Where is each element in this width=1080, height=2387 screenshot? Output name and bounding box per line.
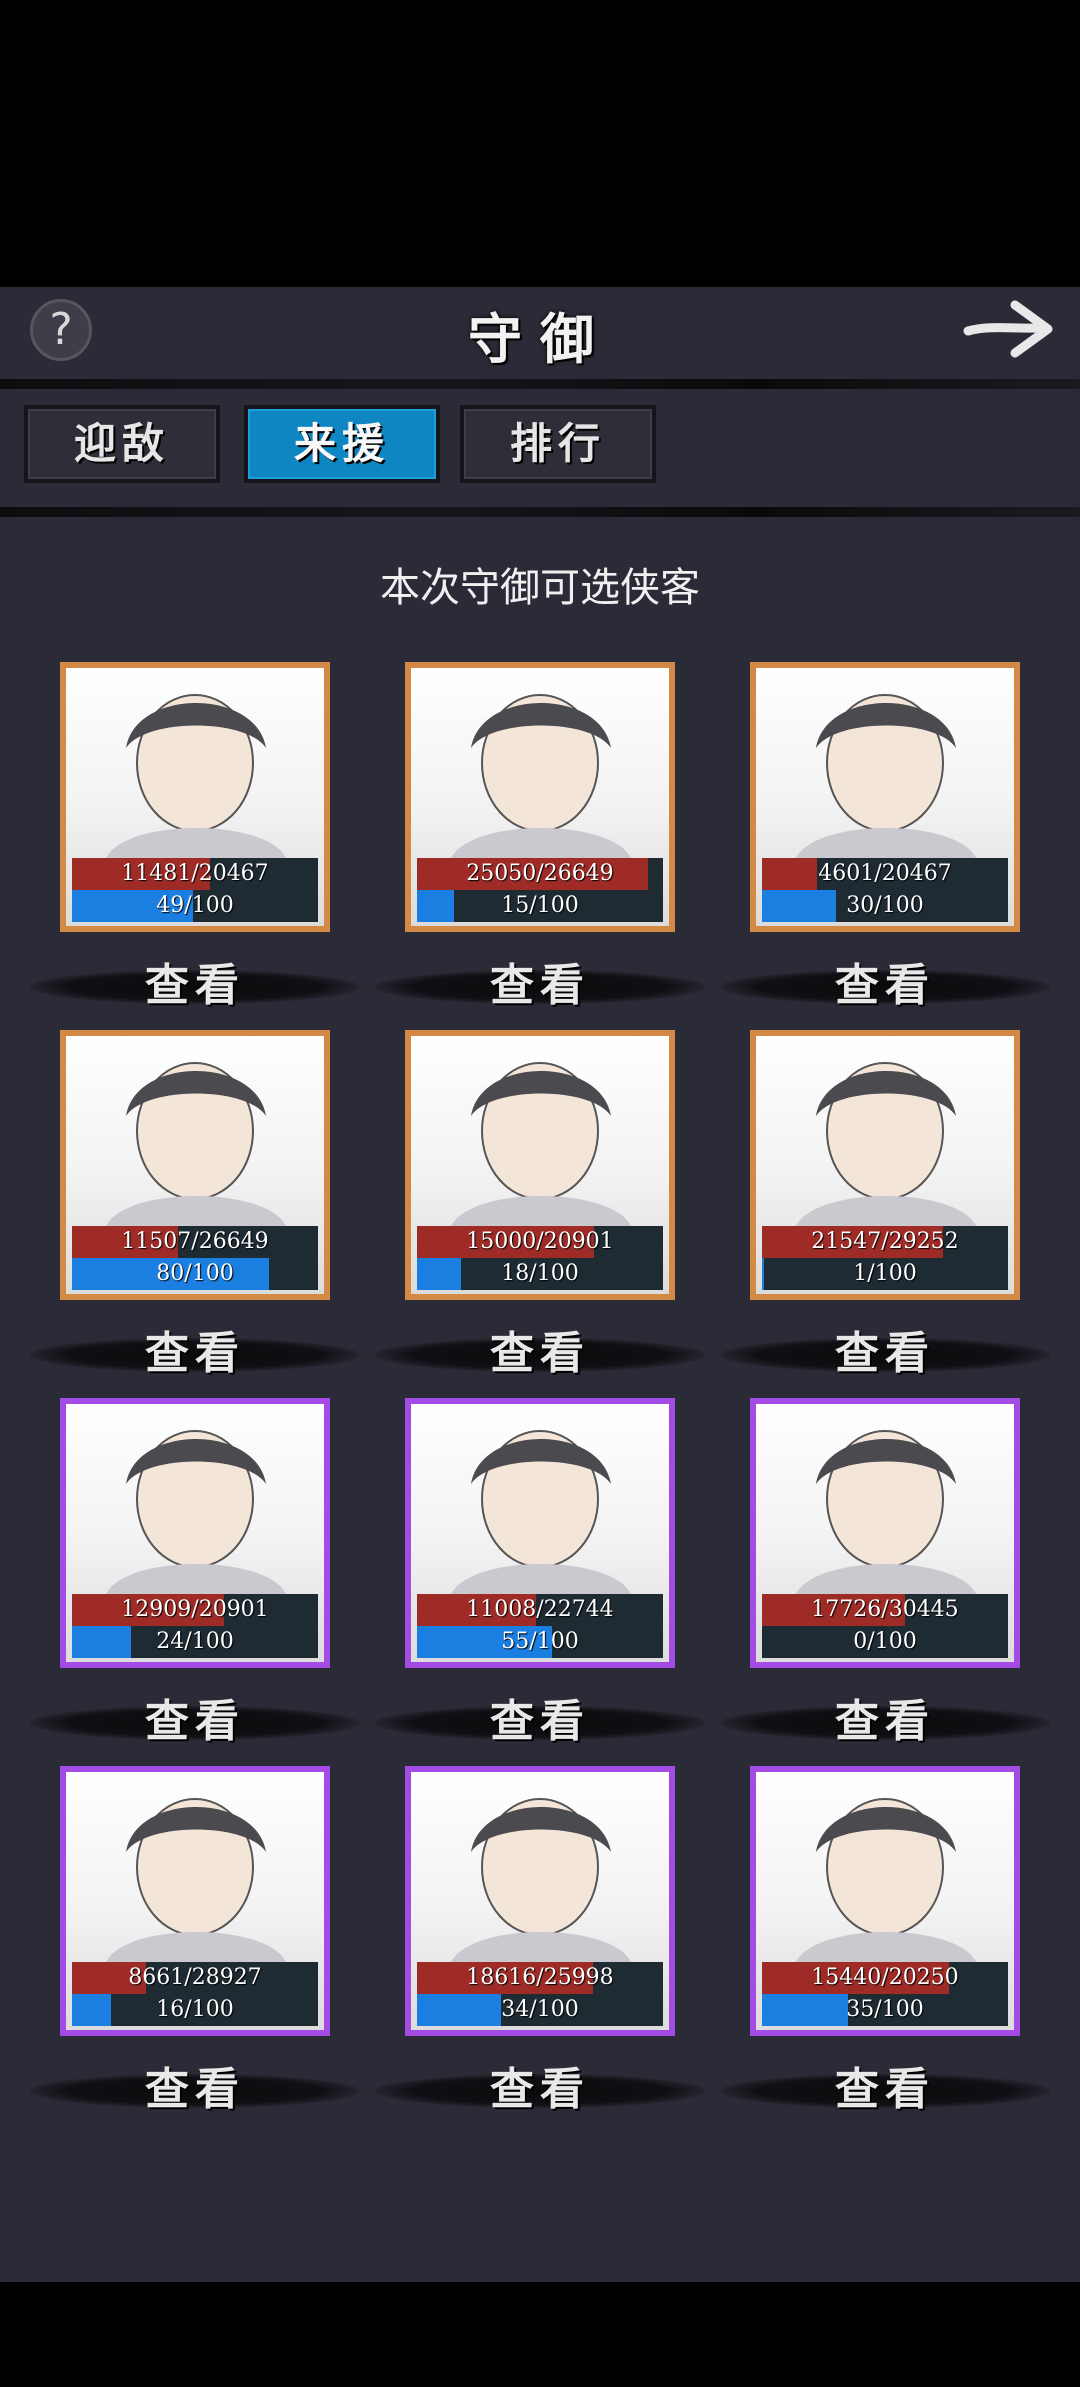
hero-card[interactable]: 11507/26649 80/100 — [60, 1030, 330, 1300]
exp-bar: 1/100 — [762, 1258, 1008, 1290]
view-button[interactable]: 查看 — [30, 1686, 360, 1758]
exp-value: 55/100 — [501, 1629, 579, 1654]
view-button-label: 查看 — [835, 960, 935, 1011]
hp-bar: 15000/20901 — [417, 1226, 663, 1258]
hero-card[interactable]: 21547/29252 1/100 — [750, 1030, 1020, 1300]
exp-bar: 30/100 — [762, 890, 1008, 922]
view-button-label: 查看 — [145, 1328, 245, 1379]
hp-bar: 15440/20250 — [762, 1962, 1008, 1994]
view-button-label: 查看 — [490, 2064, 590, 2115]
exp-value: 35/100 — [846, 1997, 924, 2022]
ink-divider — [0, 507, 1080, 517]
exp-value: 30/100 — [846, 893, 924, 918]
view-button-label: 查看 — [490, 960, 590, 1011]
hp-value: 11507/26649 — [121, 1229, 269, 1254]
view-button[interactable]: 查看 — [720, 2054, 1050, 2126]
view-button[interactable]: 查看 — [30, 950, 360, 1022]
hp-bar: 12909/20901 — [72, 1594, 318, 1626]
exp-bar: 49/100 — [72, 890, 318, 922]
hero-card[interactable]: 25050/26649 15/100 — [405, 662, 675, 932]
hp-value: 8661/28927 — [128, 1965, 262, 1990]
exp-value: 18/100 — [501, 1261, 579, 1286]
exp-bar: 80/100 — [72, 1258, 318, 1290]
exp-value: 34/100 — [501, 1997, 579, 2022]
exp-bar: 0/100 — [762, 1626, 1008, 1658]
hero-card[interactable]: 15440/20250 35/100 — [750, 1766, 1020, 2036]
hero-card[interactable]: 8661/28927 16/100 — [60, 1766, 330, 2036]
hp-bar: 8661/28927 — [72, 1962, 318, 1994]
view-button[interactable]: 查看 — [30, 2054, 360, 2126]
tab-laiyuan[interactable]: 来援 — [244, 405, 440, 483]
exp-bar: 35/100 — [762, 1994, 1008, 2026]
view-button[interactable]: 查看 — [375, 1318, 705, 1390]
view-button[interactable]: 查看 — [375, 950, 705, 1022]
view-button[interactable]: 查看 — [375, 2054, 705, 2126]
view-button-label: 查看 — [835, 1328, 935, 1379]
tab-paihang[interactable]: 排行 — [460, 405, 656, 483]
view-button[interactable]: 查看 — [30, 1318, 360, 1390]
view-button[interactable]: 查看 — [720, 1686, 1050, 1758]
hp-bar: 11481/20467 — [72, 858, 318, 890]
header: ? 守御 — [0, 287, 1080, 382]
hero-card[interactable]: 11481/20467 49/100 — [60, 662, 330, 932]
exp-value: 24/100 — [156, 1629, 234, 1654]
view-button[interactable]: 查看 — [375, 1686, 705, 1758]
exp-value: 49/100 — [156, 893, 234, 918]
hp-value: 15000/20901 — [466, 1229, 614, 1254]
hp-value: 12909/20901 — [121, 1597, 269, 1622]
hp-value: 25050/26649 — [466, 861, 614, 886]
navigation-area — [0, 2282, 1080, 2387]
exp-value: 16/100 — [156, 1997, 234, 2022]
view-button-label: 查看 — [145, 2064, 245, 2115]
hp-bar: 11008/22744 — [417, 1594, 663, 1626]
hero-card[interactable]: 15000/20901 18/100 — [405, 1030, 675, 1300]
exp-value: 0/100 — [853, 1629, 917, 1654]
exp-value: 80/100 — [156, 1261, 234, 1286]
view-button-label: 查看 — [835, 2064, 935, 2115]
hp-value: 17726/30445 — [811, 1597, 959, 1622]
hp-value: 11008/22744 — [466, 1597, 614, 1622]
view-button-label: 查看 — [835, 1696, 935, 1747]
defense-panel: ? 守御 迎敌 来援 排行 本次守御可选侠客 11481/20467 49/100… — [0, 287, 1080, 2282]
exp-bar: 16/100 — [72, 1994, 318, 2026]
hero-card[interactable]: 4601/20467 30/100 — [750, 662, 1020, 932]
hp-value: 21547/29252 — [811, 1229, 959, 1254]
view-button[interactable]: 查看 — [720, 950, 1050, 1022]
hp-bar: 21547/29252 — [762, 1226, 1008, 1258]
section-title: 本次守御可选侠客 — [380, 565, 700, 611]
hp-bar: 17726/30445 — [762, 1594, 1008, 1626]
view-button-label: 查看 — [145, 960, 245, 1011]
hero-card[interactable]: 18616/25998 34/100 — [405, 1766, 675, 2036]
hp-bar: 11507/26649 — [72, 1226, 318, 1258]
view-button-label: 查看 — [490, 1328, 590, 1379]
hp-value: 4601/20467 — [818, 861, 952, 886]
exp-bar: 24/100 — [72, 1626, 318, 1658]
hero-card[interactable]: 17726/30445 0/100 — [750, 1398, 1020, 1668]
exp-bar: 34/100 — [417, 1994, 663, 2026]
exp-bar: 55/100 — [417, 1626, 663, 1658]
view-button-label: 查看 — [490, 1696, 590, 1747]
exp-bar: 18/100 — [417, 1258, 663, 1290]
exp-bar: 15/100 — [417, 890, 663, 922]
exp-value: 1/100 — [853, 1261, 917, 1286]
view-button[interactable]: 查看 — [720, 1318, 1050, 1390]
arrow-right-icon[interactable] — [960, 295, 1060, 365]
hp-bar: 25050/26649 — [417, 858, 663, 890]
hero-card[interactable]: 11008/22744 55/100 — [405, 1398, 675, 1668]
hp-value: 15440/20250 — [811, 1965, 959, 1990]
page-title: 守御 — [468, 307, 612, 371]
hp-bar: 4601/20467 — [762, 858, 1008, 890]
hp-value: 18616/25998 — [466, 1965, 614, 1990]
tab-yingdi[interactable]: 迎敌 — [24, 405, 220, 483]
hp-value: 11481/20467 — [121, 861, 269, 886]
hp-bar: 18616/25998 — [417, 1962, 663, 1994]
view-button-label: 查看 — [145, 1696, 245, 1747]
status-area — [0, 0, 1080, 287]
exp-value: 15/100 — [501, 893, 579, 918]
ink-divider — [0, 379, 1080, 389]
hero-card[interactable]: 12909/20901 24/100 — [60, 1398, 330, 1668]
